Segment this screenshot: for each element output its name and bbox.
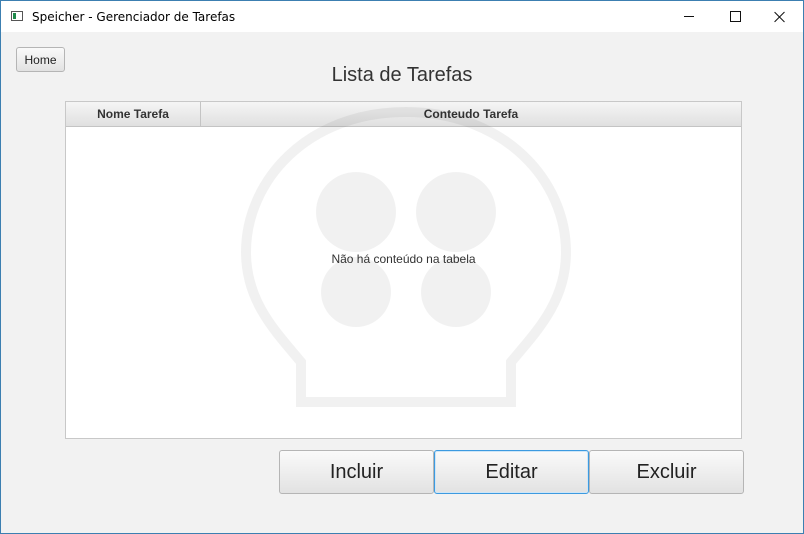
maximize-icon	[729, 11, 741, 22]
close-button[interactable]	[757, 1, 803, 32]
app-window: Speicher - Gerenciador de Tarefas Home L…	[0, 0, 804, 534]
title-bar[interactable]: Speicher - Gerenciador de Tarefas	[1, 1, 803, 32]
minimize-button[interactable]	[666, 1, 712, 32]
editar-button[interactable]: Editar	[434, 450, 589, 494]
excluir-button[interactable]: Excluir	[589, 450, 744, 494]
close-icon	[774, 11, 786, 23]
tasks-table[interactable]: Nome Tarefa Conteudo Tarefa Não há conte…	[65, 101, 742, 439]
column-header-nome-tarefa[interactable]: Nome Tarefa	[66, 102, 201, 126]
empty-table-message: Não há conteúdo na tabela	[331, 252, 476, 266]
page-title: Lista de Tarefas	[331, 64, 473, 86]
window-title: Speicher - Gerenciador de Tarefas	[32, 10, 236, 24]
incluir-button[interactable]: Incluir	[279, 450, 434, 494]
minimize-icon	[684, 16, 694, 17]
main-content: Home Lista de Tarefas Nome Tarefa Conteu…	[1, 32, 803, 533]
app-window-icon	[11, 11, 23, 21]
maximize-button[interactable]	[712, 1, 758, 32]
